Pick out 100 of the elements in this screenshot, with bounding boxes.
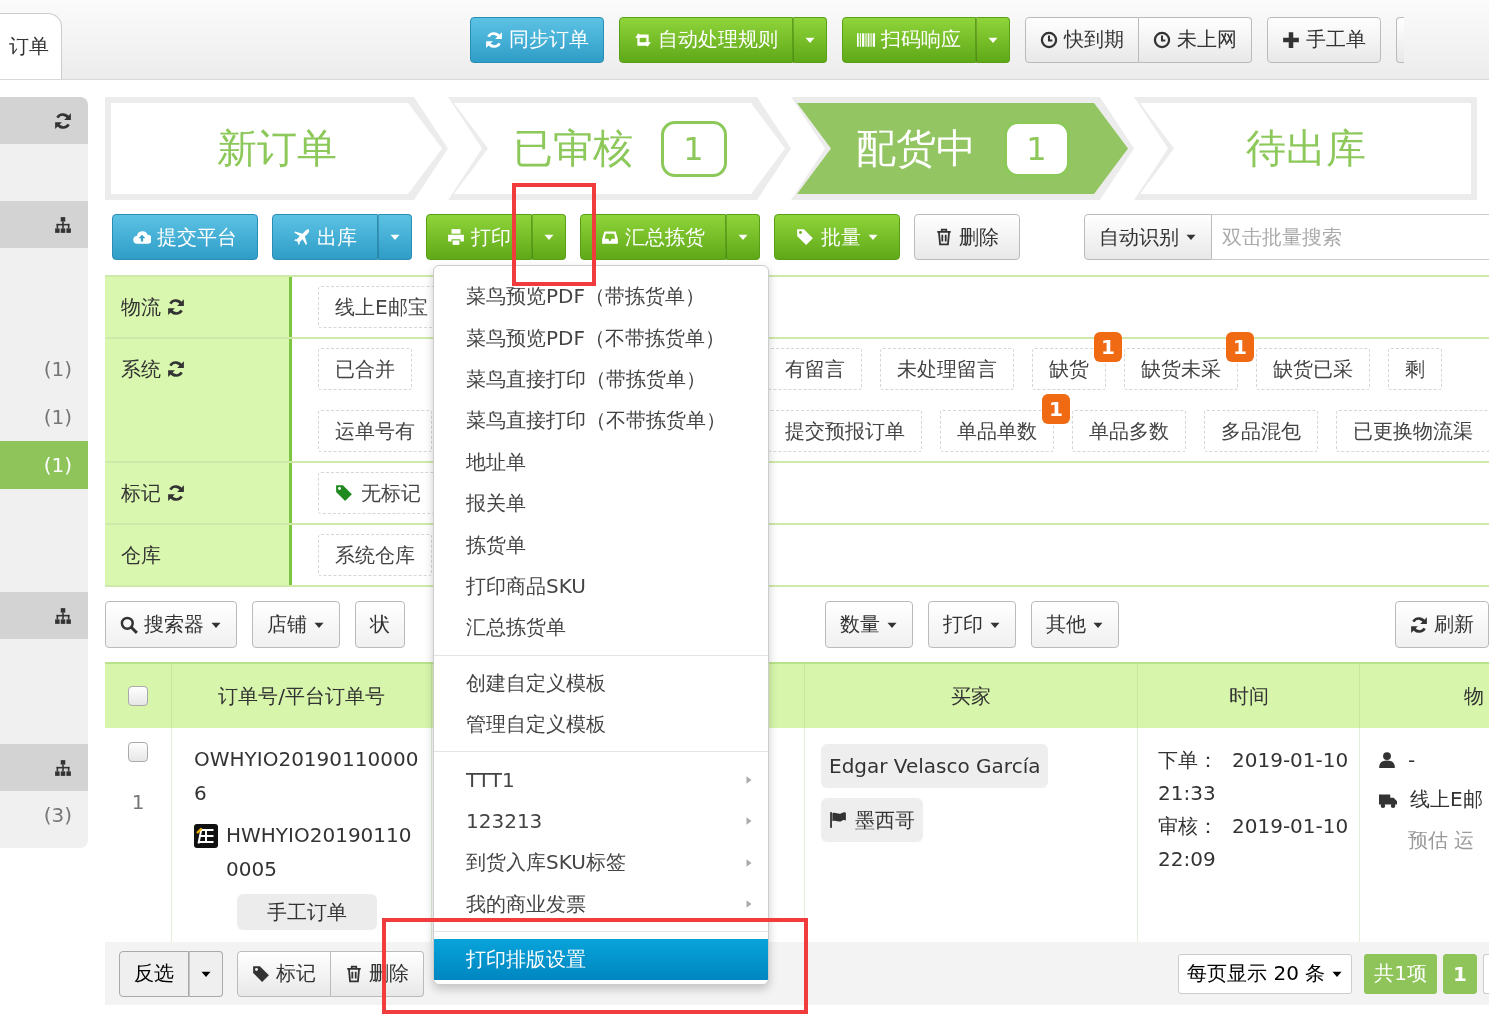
bulk-button[interactable]: 反选: [119, 950, 189, 997]
filter-dropdown[interactable]: 数量: [825, 601, 913, 648]
checkbox[interactable]: [128, 686, 148, 706]
filter-chip[interactable]: 剩: [1388, 348, 1442, 390]
page-size-dropdown[interactable]: 每页显示 20 条: [1178, 953, 1353, 994]
menu-item[interactable]: 123213: [434, 800, 768, 843]
plus-icon: [1282, 30, 1300, 49]
filter-dropdown[interactable]: 店铺: [252, 601, 340, 648]
search-mode-dropdown[interactable]: 自动识别: [1084, 214, 1212, 260]
filter-chip[interactable]: 系统仓库: [318, 534, 432, 576]
page-tab[interactable]: 订单: [0, 13, 62, 79]
sidebar-header[interactable]: [0, 97, 88, 144]
dropdown-toggle[interactable]: [976, 16, 1010, 63]
sidebar-item[interactable]: (3): [0, 791, 88, 839]
clock-icon: [1153, 30, 1171, 49]
menu-item[interactable]: 汇总拣货单: [434, 607, 768, 649]
dropdown-toggle[interactable]: [726, 214, 760, 260]
sidebar-header[interactable]: [0, 592, 88, 639]
barcode-icon: [857, 30, 875, 49]
trash-icon: [345, 964, 363, 983]
plane-icon: [293, 228, 311, 246]
dropdown-toggle[interactable]: [189, 950, 223, 997]
sitemap-icon: [54, 758, 72, 777]
toolbar-button[interactable]: [1396, 16, 1404, 63]
sidebar-header[interactable]: [0, 744, 88, 791]
menu-item[interactable]: 管理自定义模板: [434, 703, 768, 746]
dropdown-toggle[interactable]: [793, 16, 827, 63]
refresh-icon: [54, 111, 72, 130]
toolbar-button[interactable]: 未上网: [1139, 16, 1252, 63]
filter-dropdown[interactable]: 搜索器: [105, 601, 237, 648]
sitemap-icon: [54, 215, 72, 234]
menu-item[interactable]: TTT1: [434, 759, 768, 801]
count-badge: 1: [1042, 394, 1070, 424]
count-badge: 1: [1094, 332, 1122, 362]
carrier-name: 线上E邮: [1410, 786, 1483, 813]
logo-icon: [194, 824, 218, 848]
trash-icon: [935, 228, 953, 246]
page-button[interactable]: [1483, 953, 1489, 994]
sitemap-icon: [54, 606, 72, 625]
tag-icon: [335, 484, 353, 502]
filter-chip[interactable]: 提交预报订单: [768, 410, 922, 452]
sidebar-header[interactable]: [0, 201, 88, 248]
menu-item[interactable]: 我的商业发票: [434, 883, 768, 925]
printer-icon: [447, 228, 465, 246]
checkbox[interactable]: [128, 742, 148, 762]
sidebar-item[interactable]: (1): [0, 345, 88, 393]
recipient: -: [1408, 748, 1416, 772]
toolbar-button[interactable]: 快到期: [1025, 16, 1139, 63]
column-header: 时间: [1228, 682, 1269, 710]
column-header: 买家: [951, 682, 991, 710]
dropdown-toggle[interactable]: [378, 214, 412, 260]
filter-chip[interactable]: 单品多数: [1072, 410, 1186, 452]
person-icon: [1378, 751, 1396, 769]
refresh-icon: [167, 484, 185, 502]
order-number: OWHYIO201901100006: [194, 746, 419, 807]
filter-chip[interactable]: 有留言: [768, 348, 862, 390]
menu-item[interactable]: 打印商品SKU: [434, 565, 768, 608]
filter-chip[interactable]: 缺货已采: [1256, 348, 1370, 390]
country-tag: 墨西哥: [821, 798, 923, 842]
column-header: 订单号/平台订单号: [218, 682, 385, 710]
filter-dropdown[interactable]: 其他: [1031, 601, 1119, 648]
refresh-icon: [1410, 615, 1428, 634]
flag-icon: [829, 811, 847, 829]
dropdown-toggle[interactable]: [532, 214, 566, 260]
filter-label: 物流: [121, 277, 185, 337]
bulk-button[interactable]: 标记: [237, 950, 331, 997]
filter-dropdown[interactable]: 状: [355, 601, 405, 648]
search-field[interactable]: 双击批量搜索: [1212, 214, 1489, 260]
filter-chip[interactable]: 未处理留言: [880, 348, 1014, 390]
filter-label: 标记: [121, 463, 185, 523]
arrows-icon: [634, 30, 652, 49]
filter-chip[interactable]: 已更换物流渠: [1336, 410, 1489, 452]
total-count: 共1项: [1364, 953, 1437, 994]
refresh-icon: [167, 298, 185, 316]
filter-chip[interactable]: 多品混包: [1204, 410, 1318, 452]
menu-item[interactable]: 拣货单: [434, 524, 768, 566]
menu-item[interactable]: 创建自定义模板: [434, 662, 768, 704]
refresh-icon: [485, 30, 503, 49]
filter-label: 系统: [121, 339, 185, 399]
filter-chip[interactable]: 已合并: [318, 348, 412, 390]
filter-dropdown[interactable]: 打印: [928, 601, 1016, 648]
row-number: 1: [131, 790, 145, 814]
menu-item[interactable]: 到货入库SKU标签: [434, 842, 768, 884]
toolbar-button[interactable]: 手工单: [1267, 16, 1381, 63]
timestamp: 审核： 2019-01-10 22:09: [1158, 813, 1349, 873]
menu-item[interactable]: 菜鸟直接打印（不带拣货单）: [434, 400, 768, 442]
column-header: 物: [1464, 682, 1484, 710]
sidebar-item[interactable]: (1): [0, 393, 88, 441]
filter-chip[interactable]: 运单号有: [318, 410, 432, 452]
refresh-button[interactable]: 刷新: [1395, 601, 1489, 648]
menu-item[interactable]: 菜鸟直接打印（带拣货单）: [434, 358, 768, 401]
filter-label: 仓库: [121, 541, 161, 569]
timestamp: 下单： 2019-01-10 21:33: [1158, 747, 1349, 807]
clock-icon: [1040, 30, 1058, 49]
tags-icon: [795, 228, 815, 246]
action-button[interactable]: 删除: [914, 214, 1020, 260]
cloud-upload-icon: [133, 228, 151, 246]
tag-icon: [252, 964, 270, 983]
count-badge: 1: [660, 120, 727, 177]
search-icon: [120, 615, 138, 634]
